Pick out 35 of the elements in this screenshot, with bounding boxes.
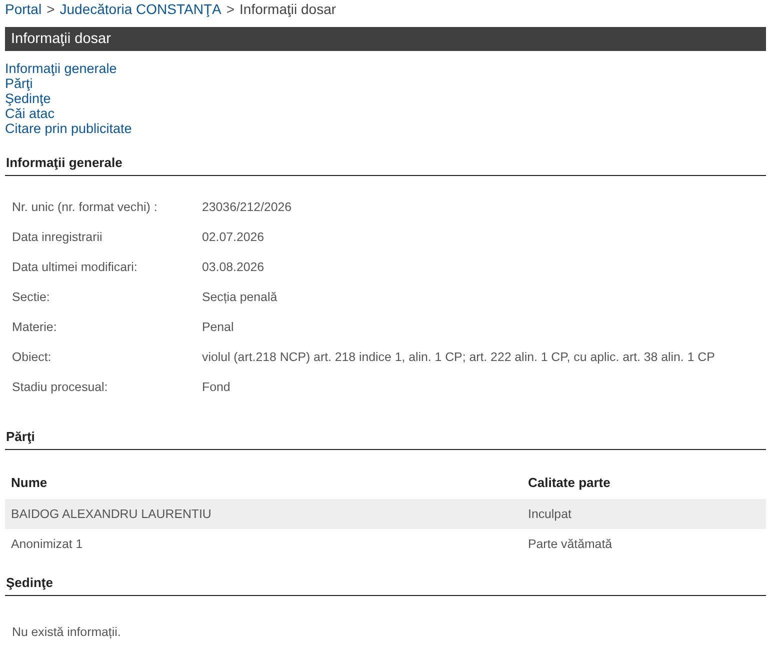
field-value: Penal (202, 320, 234, 336)
breadcrumb-separator: > (46, 1, 55, 17)
title-bar: Informaţii dosar (5, 27, 766, 51)
field-label: Obiect: (12, 350, 52, 366)
section-link[interactable]: Părţi (5, 76, 33, 91)
field-value: 23036/212/2026 (202, 200, 292, 216)
table-cell: Parte vătămată (522, 529, 766, 559)
breadcrumb-current: Informaţii dosar (240, 1, 336, 17)
field-value: 03.08.2026 (202, 260, 264, 276)
section-heading: Informaţii generale (5, 155, 766, 176)
field-label: Data inregistrarii (12, 230, 104, 246)
section-link[interactable]: Citare prin publicitate (5, 121, 132, 136)
field-value: Fond (202, 380, 230, 396)
breadcrumb-separator: > (226, 1, 235, 17)
section-link[interactable]: Căi atac (5, 106, 55, 121)
breadcrumb-link[interactable]: Portal (5, 1, 42, 17)
field-value: Secția penală (202, 290, 278, 306)
field-label: Materie: (12, 320, 58, 336)
empty-message: Nu există informații. (11, 624, 122, 639)
field-label: Data ultimei modificari: (12, 260, 138, 276)
section-link[interactable]: Şedinţe (5, 91, 51, 106)
field-value: violul (art.218 NCP) art. 218 indice 1, alin. 1 CP; art. 222 alin. 1 CP, cu aplic. art. 38 alin. 1 CP (202, 350, 715, 366)
field-value: 02.07.2026 (202, 230, 264, 246)
table-cell: BAIDOG ALEXANDRU LAURENTIU (5, 499, 522, 529)
column-header: Calitate parte (522, 474, 766, 499)
section-heading: Părţi (5, 429, 766, 450)
column-header: Nume (5, 474, 522, 499)
table-cell: Anonimizat 1 (5, 529, 522, 559)
field-label: Nr. unic (nr. format vechi) : (12, 200, 158, 216)
section-heading: Şedinţe (5, 575, 766, 596)
section-link[interactable]: Informaţii generale (5, 61, 117, 76)
field-label: Stadiu procesual: (12, 380, 109, 396)
table-cell: Inculpat (522, 499, 766, 529)
breadcrumb-link[interactable]: Judecătoria CONSTANŢA (60, 1, 222, 17)
field-label: Sectie: (12, 290, 51, 306)
